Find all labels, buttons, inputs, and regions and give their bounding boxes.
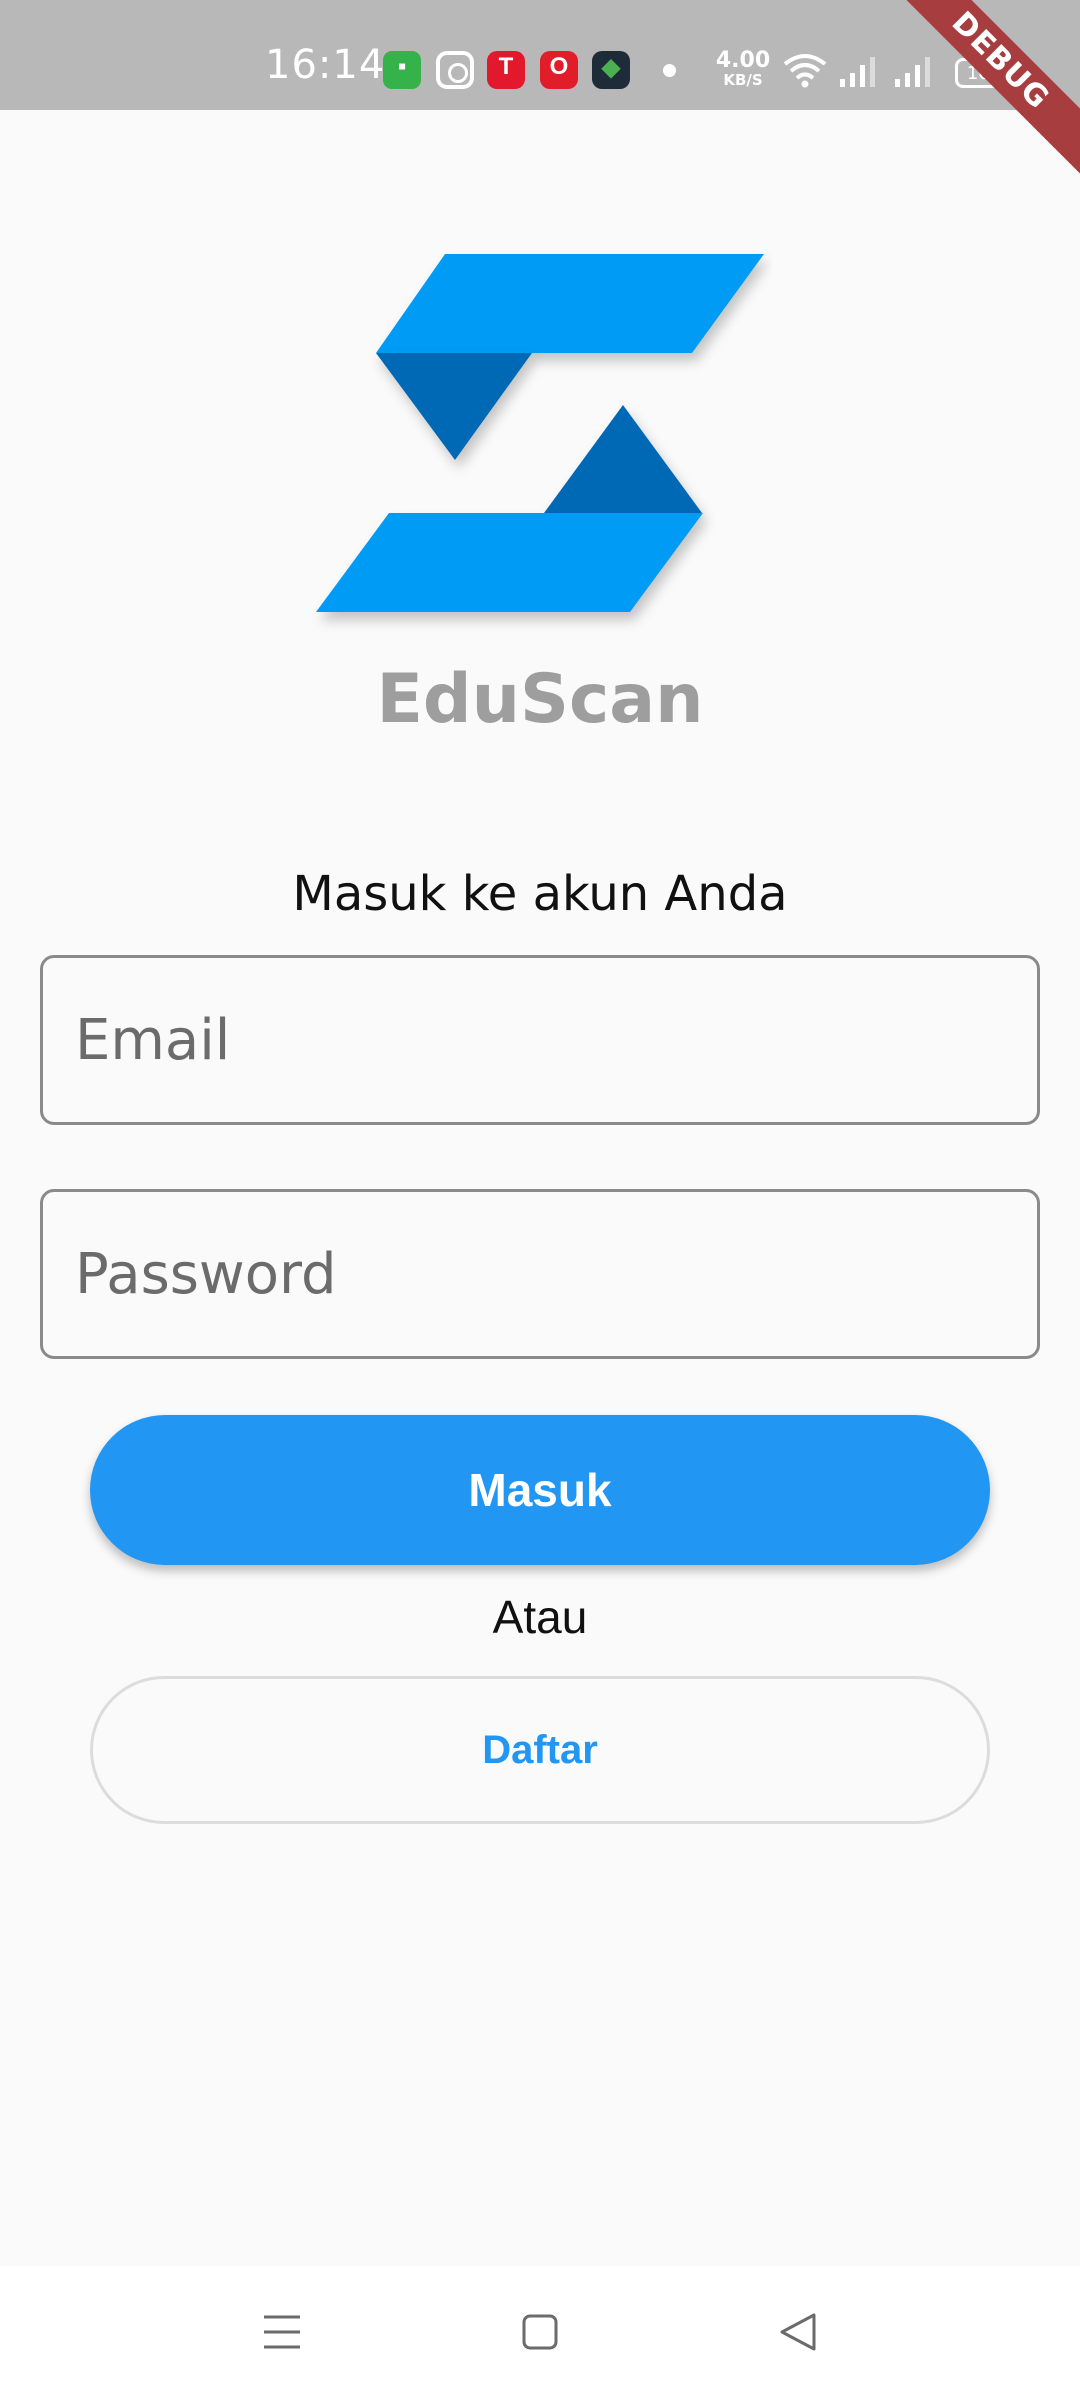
- network-speed: 4.00 KB/S: [715, 48, 771, 89]
- network-speed-unit: KB/S: [723, 71, 763, 89]
- green-app-icon: ▪: [383, 51, 421, 89]
- network-speed-value: 4.00: [715, 48, 771, 73]
- register-button[interactable]: Daftar: [90, 1676, 990, 1824]
- wifi-icon: [783, 54, 827, 88]
- signal-icon: [895, 57, 930, 87]
- email-field[interactable]: [40, 955, 1040, 1125]
- login-subtitle: Masuk ke akun Anda: [292, 866, 788, 922]
- back-icon: [780, 2313, 816, 2351]
- home-button[interactable]: [470, 2266, 610, 2400]
- menu-icon: [264, 2315, 300, 2349]
- eduscan-logo: [316, 254, 764, 612]
- home-icon: [522, 2314, 558, 2350]
- app-name: EduScan: [376, 660, 704, 739]
- login-screen: 16:14 ▪ T O ◆ 4.00 KB/S 100: [0, 0, 1080, 2400]
- dark-app-icon: ◆: [592, 51, 630, 89]
- instagram-icon: [436, 51, 474, 89]
- opera-icon: O: [540, 51, 578, 89]
- email-input[interactable]: [75, 958, 1005, 1122]
- status-time: 16:14: [265, 42, 386, 88]
- status-bar: 16:14 ▪ T O ◆ 4.00 KB/S 100: [0, 0, 1080, 110]
- system-nav-bar: [0, 2266, 1080, 2400]
- login-button[interactable]: Masuk: [90, 1415, 990, 1565]
- signal-icon: [840, 57, 875, 87]
- red-t-app-icon: T: [487, 51, 525, 89]
- recent-apps-button[interactable]: [212, 2266, 352, 2400]
- password-field[interactable]: [40, 1189, 1040, 1359]
- notification-dot: [663, 64, 676, 77]
- back-button[interactable]: [728, 2266, 868, 2400]
- or-divider-text: Atau: [492, 1591, 588, 1643]
- password-input[interactable]: [75, 1192, 1005, 1356]
